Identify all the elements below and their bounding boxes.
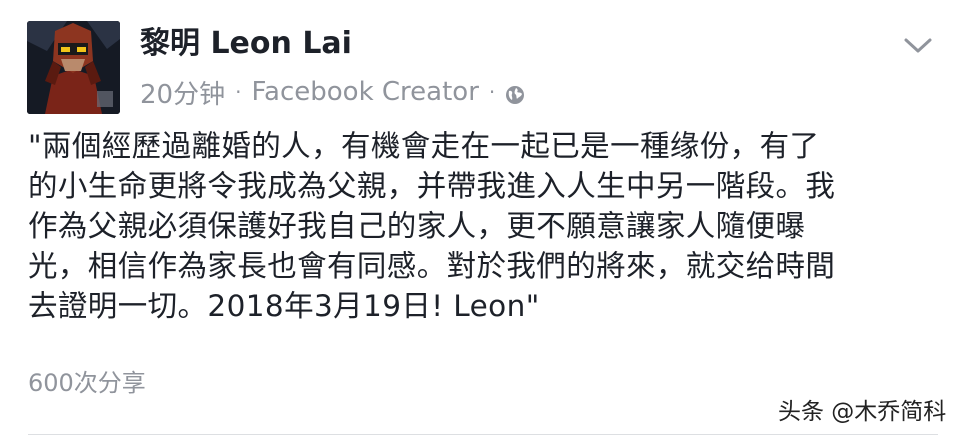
meta-separator: · — [488, 80, 496, 104]
post-text: "兩個經歷過離婚的人，有機會走在一起已是一種缘份，有了 的小生命更將令我成為父親… — [28, 126, 940, 326]
watermark: 头条 @木乔简科 — [778, 399, 947, 425]
share-count[interactable]: 600次分享 — [28, 366, 146, 400]
post-text-line: 去證明一切。2018年3月19日! Leon" — [28, 289, 540, 323]
post-text-line: "兩個經歷過離婚的人，有機會走在一起已是一種缘份，有了 — [28, 129, 820, 163]
meta-separator: · — [235, 80, 242, 104]
globe-icon[interactable] — [505, 82, 525, 104]
author-name[interactable]: 黎明 Leon Lai — [140, 24, 352, 64]
post-text-line: 的小生命更將令我成為父親，并帶我進入人生中另一階段。我 — [28, 169, 836, 203]
post-timestamp[interactable]: 20分钟 — [140, 74, 225, 111]
post-meta: 20分钟 · Facebook Creator · — [140, 74, 525, 110]
author-avatar[interactable] — [27, 21, 120, 114]
post-source[interactable]: Facebook Creator — [251, 77, 478, 107]
chevron-down-icon[interactable] — [900, 30, 936, 60]
post-text-line: 光，相信作為家長也會有同感。對於我們的將來，就交给時間 — [28, 249, 836, 283]
divider — [28, 434, 938, 435]
post-text-line: 作為父親必須保護好我自己的家人，更不願意讓家人隨便曝 — [28, 209, 806, 243]
